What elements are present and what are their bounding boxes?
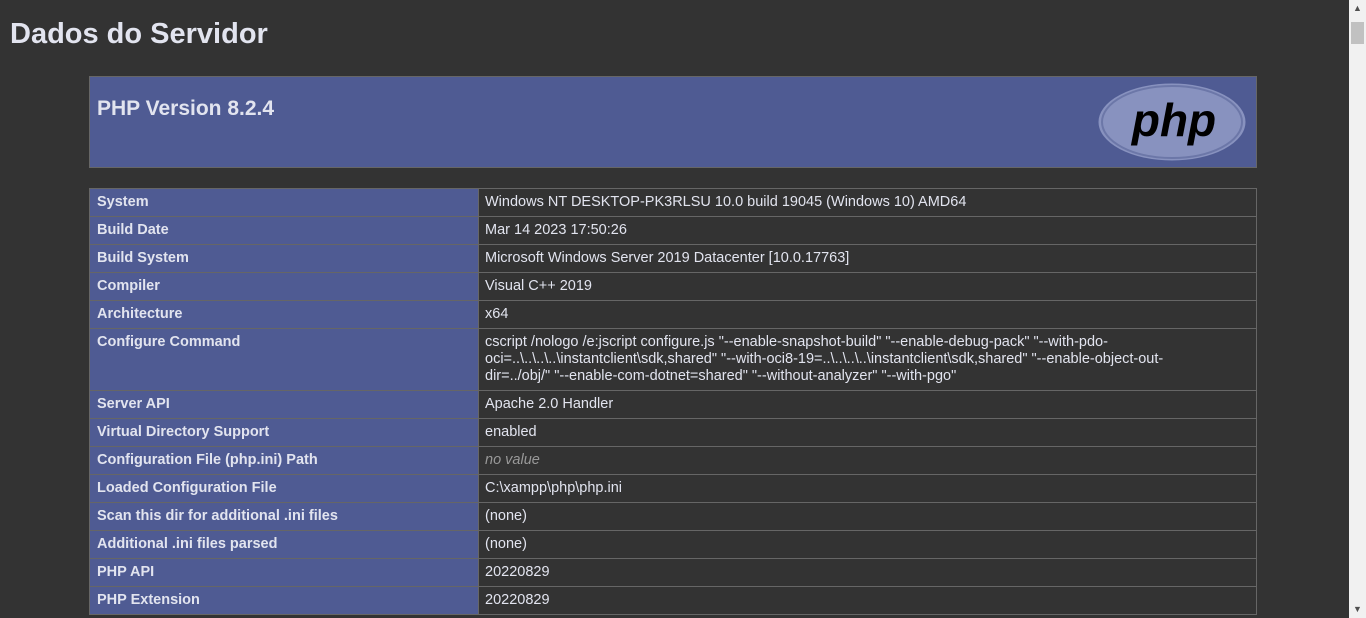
php-logo-text: php <box>1130 94 1216 146</box>
table-row: Architecture x64 <box>89 300 1257 329</box>
info-value: 20220829 <box>478 586 1257 615</box>
info-label: Server API <box>89 390 479 419</box>
info-label: Build System <box>89 244 479 273</box>
php-info-table: System Windows NT DESKTOP-PK3RLSU 10.0 bu… <box>89 188 1257 615</box>
php-version-header: PHP Version 8.2.4 php <box>89 76 1257 168</box>
vertical-scrollbar[interactable]: ▲ ▼ <box>1349 0 1366 618</box>
scroll-up-arrow-icon[interactable]: ▲ <box>1349 0 1366 17</box>
scroll-down-arrow-icon[interactable]: ▼ <box>1349 601 1366 618</box>
info-label: PHP API <box>89 558 479 587</box>
info-label: Loaded Configuration File <box>89 474 479 503</box>
table-row: Scan this dir for additional .ini files(… <box>89 502 1257 531</box>
table-row: Server API Apache 2.0 Handler <box>89 390 1257 419</box>
table-row: Configure Command cscript /nologo /e:jscr… <box>89 328 1257 391</box>
table-row: Loaded Configuration File C:\xampp\php\ph… <box>89 474 1257 503</box>
info-label: Compiler <box>89 272 479 301</box>
info-label: Architecture <box>89 300 479 329</box>
info-value: C:\xampp\php\php.ini <box>478 474 1257 503</box>
info-value: Visual C++ 2019 <box>478 272 1257 301</box>
info-label: Virtual Directory Support <box>89 418 479 447</box>
info-value: Apache 2.0 Handler <box>478 390 1257 419</box>
table-row: Virtual Directory Support enabled <box>89 418 1257 447</box>
table-row: PHP Extension 20220829 <box>89 586 1257 615</box>
php-logo: php <box>1097 82 1247 162</box>
scroll-thumb[interactable] <box>1351 22 1364 44</box>
info-value-empty: no value <box>485 452 540 468</box>
info-label: PHP Extension <box>89 586 479 615</box>
table-row: Build System Microsoft Windows Server 201… <box>89 244 1257 273</box>
table-row: System Windows NT DESKTOP-PK3RLSU 10.0 bu… <box>89 188 1257 217</box>
info-value: x64 <box>478 300 1257 329</box>
table-row: Compiler Visual C++ 2019 <box>89 272 1257 301</box>
info-value: no value <box>478 446 1257 475</box>
table-row: PHP API 20220829 <box>89 558 1257 587</box>
info-value: Microsoft Windows Server 2019 Datacenter… <box>478 244 1257 273</box>
table-row: Configuration File (php.ini) Path no valu… <box>89 446 1257 475</box>
info-label: Configuration File (php.ini) Path <box>89 446 479 475</box>
table-row: Additional .ini files parsed (none) <box>89 530 1257 559</box>
info-value: enabled <box>478 418 1257 447</box>
info-value: 20220829 <box>478 558 1257 587</box>
info-label: Additional .ini files parsed <box>89 530 479 559</box>
php-version-title: PHP Version 8.2.4 <box>97 97 275 120</box>
info-label: Configure Command <box>89 328 479 391</box>
info-label: Build Date <box>89 216 479 245</box>
info-label: Scan this dir for additional .ini files <box>89 502 479 531</box>
info-value: Windows NT DESKTOP-PK3RLSU 10.0 build 19… <box>478 188 1257 217</box>
info-value: Mar 14 2023 17:50:26 <box>478 216 1257 245</box>
info-value: (none) <box>478 530 1257 559</box>
table-row: Build Date Mar 14 2023 17:50:26 <box>89 216 1257 245</box>
info-label: System <box>89 188 479 217</box>
info-value: (none) <box>478 502 1257 531</box>
info-value: cscript /nologo /e:jscript configure.js … <box>478 328 1257 391</box>
page-title: Dados do Servidor <box>10 18 268 50</box>
